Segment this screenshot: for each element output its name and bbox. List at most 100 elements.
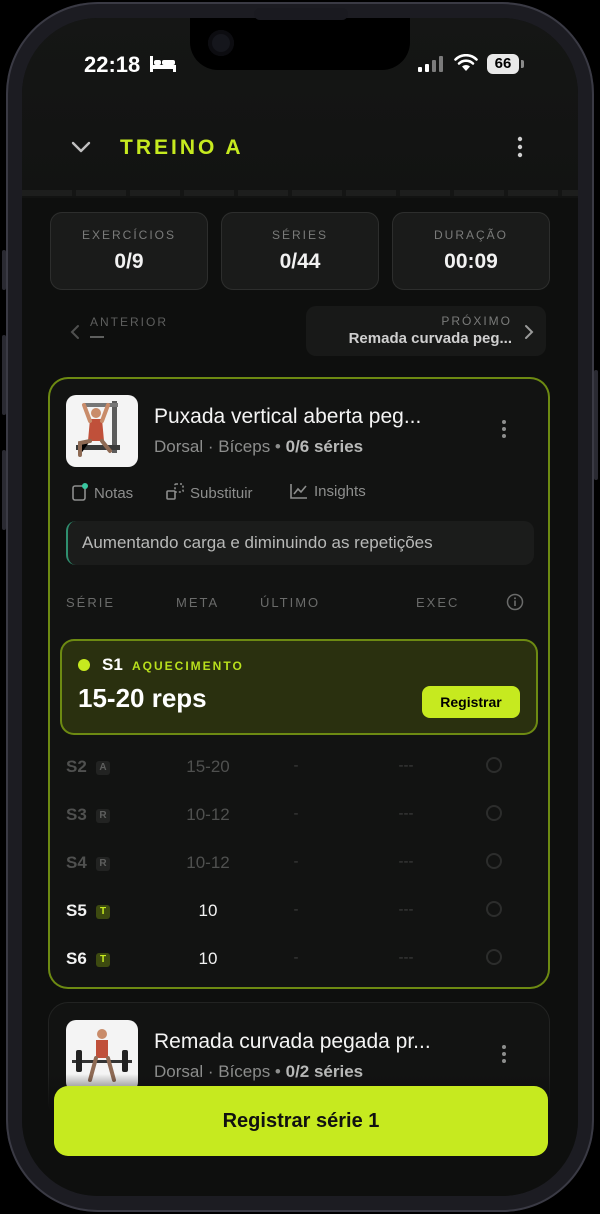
stat-value: 0/44 xyxy=(279,250,321,273)
set-exec: --- xyxy=(398,901,414,918)
substitute-icon xyxy=(166,483,184,500)
set-checkbox[interactable] xyxy=(486,949,502,965)
set-last: - xyxy=(293,805,299,822)
set-number: S5 xyxy=(66,901,87,920)
stat-value: 00:09 xyxy=(444,250,498,273)
next-exercise-name: Remada curvada peg... xyxy=(348,330,512,347)
chevron-left-icon[interactable] xyxy=(70,324,80,340)
set-exec: --- xyxy=(398,757,414,774)
set-exec: --- xyxy=(398,853,414,870)
set-number: S4 xyxy=(66,853,87,872)
column-set: SÉRIE xyxy=(66,595,116,610)
camera xyxy=(208,30,234,56)
set-type-badge: R xyxy=(96,857,110,871)
exercise-note[interactable]: Aumentando carga e diminuindo as repetiç… xyxy=(66,521,534,565)
set-row[interactable]: S5 T 10 - --- xyxy=(48,891,550,931)
previous-exercise-label[interactable]: ANTERIOR xyxy=(90,315,168,329)
column-target: META xyxy=(176,595,220,610)
exercise-name[interactable]: Remada curvada pegada pr... xyxy=(154,1030,431,1054)
register-set-button[interactable]: Registrar xyxy=(422,686,520,718)
substitute-button[interactable]: Substituir xyxy=(166,483,253,502)
set-type-badge: A xyxy=(96,761,110,775)
set-target: 15-20 xyxy=(186,757,230,776)
set-exec: --- xyxy=(398,805,414,822)
active-set-type: AQUECIMENTO xyxy=(132,659,244,673)
set-type-badge: T xyxy=(96,905,110,919)
set-number: S2 xyxy=(66,757,87,776)
stat-label: EXERCÍCIOS xyxy=(81,228,176,242)
notes-button[interactable]: Notas xyxy=(72,483,133,502)
set-checkbox[interactable] xyxy=(486,757,502,773)
set-row[interactable]: S6 T 10 - --- xyxy=(48,939,550,979)
set-target: 10 xyxy=(198,901,218,920)
more-options-icon[interactable] xyxy=(512,136,528,158)
set-checkbox[interactable] xyxy=(486,901,502,917)
substitute-label: Substituir xyxy=(190,485,253,502)
set-exec: --- xyxy=(398,949,414,966)
set-last: - xyxy=(293,901,299,918)
active-set-dot xyxy=(78,659,90,671)
set-row[interactable]: S2 A 15-20 - --- xyxy=(48,747,550,787)
set-number: S3 xyxy=(66,805,87,824)
side-button xyxy=(2,450,6,530)
note-icon xyxy=(72,483,88,501)
set-last: - xyxy=(293,949,299,966)
workout-title: TREINO A xyxy=(120,136,244,159)
side-button xyxy=(2,335,6,415)
stat-sets: SÉRIES 0/44 xyxy=(221,212,379,290)
side-button xyxy=(594,370,598,480)
set-type-badge: R xyxy=(96,809,110,823)
set-checkbox[interactable] xyxy=(486,805,502,821)
status-time: 22:18 xyxy=(84,52,141,77)
set-target: 10-12 xyxy=(186,805,230,824)
exercise-name[interactable]: Puxada vertical aberta peg... xyxy=(154,405,421,429)
exercise-options-icon[interactable] xyxy=(498,419,510,439)
set-last: - xyxy=(293,757,299,774)
stat-label: SÉRIES xyxy=(271,228,328,242)
register-set-cta-button[interactable]: Registrar série 1 xyxy=(54,1086,548,1156)
set-target: 10 xyxy=(198,949,218,968)
active-set-row[interactable]: S1 AQUECIMENTO 15-20 reps Registrar xyxy=(60,639,538,735)
stat-label: DURAÇÃO xyxy=(433,228,508,242)
side-button xyxy=(2,250,6,290)
column-exec: EXEC xyxy=(416,595,460,610)
set-row[interactable]: S4 R 10-12 - --- xyxy=(48,843,550,883)
set-number: S6 xyxy=(66,949,87,968)
column-last: ÚLTIMO xyxy=(260,595,321,610)
active-set-number: S1 xyxy=(102,655,123,674)
set-type-badge: T xyxy=(96,953,110,967)
info-icon[interactable] xyxy=(506,593,524,611)
set-last: - xyxy=(293,853,299,870)
exercise-sets-progress: 0/6 séries xyxy=(285,437,364,456)
exercise-muscles: Dorsal · Bíceps • xyxy=(154,437,281,456)
chevron-down-icon[interactable] xyxy=(70,136,92,158)
exercise-options-icon[interactable] xyxy=(498,1044,510,1064)
battery-tip xyxy=(521,60,524,68)
chart-line-icon xyxy=(290,484,307,499)
set-target: 10-12 xyxy=(186,853,230,872)
next-exercise-label: PRÓXIMO xyxy=(441,314,512,328)
speaker-bar xyxy=(254,8,348,20)
exercise-thumbnail[interactable] xyxy=(66,395,138,467)
stat-duration: DURAÇÃO 00:09 xyxy=(392,212,550,290)
header-divider xyxy=(22,190,578,196)
lat-pulldown-illustration xyxy=(76,401,120,457)
cellular-signal-icon xyxy=(418,56,443,72)
next-exercise-button[interactable]: PRÓXIMO Remada curvada peg... xyxy=(306,306,546,356)
stat-value: 0/9 xyxy=(114,250,144,273)
battery-level: 66 xyxy=(487,54,519,74)
active-set-target: 15-20 reps xyxy=(78,683,207,713)
insights-label: Insights xyxy=(314,483,366,500)
set-checkbox[interactable] xyxy=(486,853,502,869)
set-row[interactable]: S3 R 10-12 - --- xyxy=(48,795,550,835)
sleep-mode-icon xyxy=(150,56,176,72)
app-screen: 22:18 66 TREINO A EXERCÍCIOS 0/9 SÉRIES … xyxy=(22,18,578,1196)
wifi-icon xyxy=(454,54,478,71)
exercise-card: Puxada vertical aberta peg... Dorsal · B… xyxy=(48,377,550,989)
previous-exercise-empty xyxy=(90,336,104,338)
exercise-note-text: Aumentando carga e diminuindo as repetiç… xyxy=(82,533,433,552)
stat-exercises: EXERCÍCIOS 0/9 xyxy=(50,212,208,290)
exercise-subtitle: Dorsal · Bíceps • 0/6 séries xyxy=(154,437,363,457)
chevron-right-icon xyxy=(525,325,534,339)
insights-button[interactable]: Insights xyxy=(290,483,366,500)
